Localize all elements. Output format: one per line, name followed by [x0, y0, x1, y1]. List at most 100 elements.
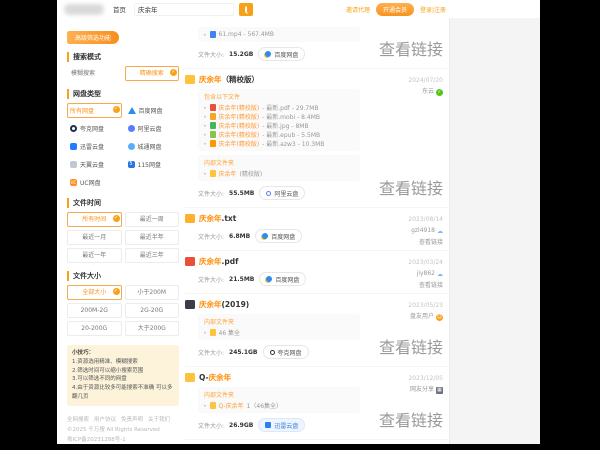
disk-type-xunlei[interactable]: 迅雷云盘	[67, 139, 122, 154]
file-size-option[interactable]: 小于200M	[125, 285, 180, 300]
disk-type-uc[interactable]: UCUC网盘	[67, 175, 122, 190]
header-right: 邀请代理 开通会员 登录|注册	[346, 3, 446, 16]
view-link[interactable]: 查看链接	[379, 334, 443, 358]
view-link[interactable]: 查看链接	[379, 175, 443, 199]
file-size-label: 文件大小:	[198, 421, 224, 430]
ali-badge-icon	[266, 191, 271, 196]
file-size-option[interactable]: 全部大小✓	[67, 285, 122, 300]
result-title: 庆余年.pdf	[199, 256, 238, 267]
disk-type-quark[interactable]: 夸克网盘	[67, 121, 122, 136]
inner-file-line: ▸Q-庆余年1（46集全）	[204, 401, 354, 410]
title-rest: .pdf	[222, 257, 239, 266]
search-input[interactable]	[134, 3, 234, 16]
search-result-item: ▸61.mp4 - 567.4MB文件大小:15.2GB百度网盘查看链接	[185, 18, 449, 69]
section-disk-type: 网盘类型 所有网盘✓百度网盘夸克网盘阿里云盘迅雷云盘城通网盘天翼云盘5115网盘…	[67, 89, 179, 190]
inner-file-keyword: 庆余年(精校版)	[219, 121, 260, 130]
expand-arrow-icon: ▸	[204, 123, 207, 129]
file-size-option[interactable]: 200M-2G	[67, 303, 122, 318]
file-size-options: 全部大小✓小于200M200M-2G 2G-20G 20-200G 大于200G	[67, 285, 179, 336]
file-size-value: 245.1GB	[229, 349, 257, 356]
disk-type-label: 所有网盘	[70, 106, 94, 115]
file-size-option-label: 2G-20G	[140, 307, 163, 314]
disk-type-label: 城通网盘	[138, 142, 162, 151]
disk-type-115[interactable]: 5115网盘	[125, 157, 180, 172]
file-time-option[interactable]: 最近一年	[67, 248, 122, 263]
inner-file-rest: - 最新.pdf - 29.7MB	[262, 103, 318, 112]
footer-links: 全网搜索用户协议免责声明关于我们	[67, 416, 179, 426]
site-logo[interactable]	[64, 4, 104, 15]
footer: 全网搜索用户协议免责声明关于我们 ©2025 千万搜 All Rights Re…	[67, 416, 179, 444]
uploader-name: 东云	[422, 86, 434, 97]
disk-type-baidu[interactable]: 百度网盘	[125, 103, 180, 118]
folder-file-icon	[185, 373, 195, 382]
login-register-link[interactable]: 登录|注册	[420, 5, 446, 14]
expand-arrow-icon: ▸	[204, 403, 207, 409]
file-size-label: 文件大小:	[198, 50, 224, 59]
result-uploader: 网友分享▦	[408, 384, 443, 395]
view-link[interactable]: 查看链接	[408, 237, 443, 248]
footer-link[interactable]: 关于我们	[148, 417, 170, 423]
file-size-option[interactable]: 20-200G	[67, 321, 122, 336]
search-mode-option[interactable]: 精确搜索✓	[125, 66, 180, 81]
file-size-option-label: 全部大小	[82, 289, 106, 296]
ali-disk-icon	[128, 125, 135, 132]
file-time-option[interactable]: 最近三年	[125, 248, 180, 263]
netdisk-badge-label: 夸克网盘	[278, 348, 302, 357]
view-link[interactable]: 查看链接	[408, 280, 443, 291]
search-button[interactable]	[239, 3, 253, 16]
disk-type-ct[interactable]: 城通网盘	[125, 139, 180, 154]
footer-link[interactable]: 全网搜索	[67, 417, 89, 423]
file-time-option-label: 最近一年	[82, 252, 106, 259]
view-link[interactable]: 查看链接	[379, 36, 443, 60]
footer-link[interactable]: 用户协议	[94, 417, 116, 423]
file-time-option[interactable]: 所有时间✓	[67, 212, 122, 227]
view-link[interactable]: 查看链接	[379, 407, 443, 431]
disk-type-label: 115网盘	[138, 160, 161, 169]
file-time-option[interactable]: 最近半年	[125, 230, 180, 245]
tip-line: 1.资源选用精准、模糊搜索	[72, 358, 174, 367]
file-time-option-label: 最近半年	[140, 234, 164, 241]
folder-file-icon	[185, 75, 195, 84]
file-time-option-label: 最近三年	[140, 252, 164, 259]
inner-file-rest: - 最新.jpg - 8MB	[262, 121, 308, 130]
footer-link[interactable]: 免责声明	[121, 417, 143, 423]
section-file-time: 文件时间 所有时间✓最近一周最近一月最近半年最近一年最近三年	[67, 198, 179, 263]
file-size-option[interactable]: 大于200G	[125, 321, 180, 336]
tip-line: 3.可以筛选不同的网盘	[72, 375, 174, 384]
search-result-item: 庆余年-猫腻.epub文件大小:5.5MB百度网盘2023/04/17heigo…	[185, 440, 449, 444]
search-mode-option-label: 模糊搜索	[71, 70, 95, 77]
disk-type-ali[interactable]: 阿里云盘	[125, 121, 180, 136]
baidu-badge-icon	[266, 276, 272, 282]
invite-agent-link[interactable]: 邀请代理	[346, 5, 370, 14]
expand-arrow-icon: ▸	[204, 132, 207, 138]
uploader-name: jiy862	[417, 268, 435, 279]
disk-type-options: 所有网盘✓百度网盘夸克网盘阿里云盘迅雷云盘 城通网盘天翼云盘 5115网盘UCUC网…	[67, 103, 179, 190]
epub-file-icon	[210, 131, 216, 138]
disk-type-all[interactable]: 所有网盘✓	[67, 103, 122, 118]
netdisk-badge: 百度网盘	[255, 229, 302, 243]
check-icon: ✓	[170, 69, 177, 76]
file-size-value: 6.8MB	[229, 233, 250, 240]
disk-type-ty[interactable]: 天翼云盘	[67, 157, 122, 172]
uc-disk-icon: UC	[70, 179, 77, 186]
search-result-item: 庆余年.txt文件大小:6.8MB百度网盘2023/08/14gzl4918☁查…	[185, 208, 449, 251]
disk-type-label: 天翼云盘	[80, 160, 104, 169]
vip-button[interactable]: 开通会员	[376, 3, 414, 16]
file-time-option[interactable]: 最近一月	[67, 230, 122, 245]
section-title: 文件大小	[67, 271, 179, 281]
ty-disk-icon	[70, 161, 77, 168]
file-size-option-label: 20-200G	[81, 325, 107, 332]
file-size-option[interactable]: 2G-20G	[125, 303, 180, 318]
file-time-option[interactable]: 最近一周	[125, 212, 180, 227]
inner-file-keyword: 庆余年	[219, 169, 237, 178]
nav-home-link[interactable]: 首页	[113, 4, 126, 14]
pdf-file-icon	[185, 257, 195, 266]
result-title: 庆余年(2019)	[199, 299, 249, 310]
search-icon	[245, 6, 247, 13]
expand-arrow-icon: ▸	[204, 105, 207, 111]
result-date: 2024/07/20	[408, 75, 443, 86]
search-mode-option[interactable]: 模糊搜索	[67, 66, 122, 81]
file-size-value: 21.5MB	[229, 276, 254, 283]
txt-file-icon	[185, 214, 195, 223]
baidu-badge-icon	[265, 51, 271, 57]
